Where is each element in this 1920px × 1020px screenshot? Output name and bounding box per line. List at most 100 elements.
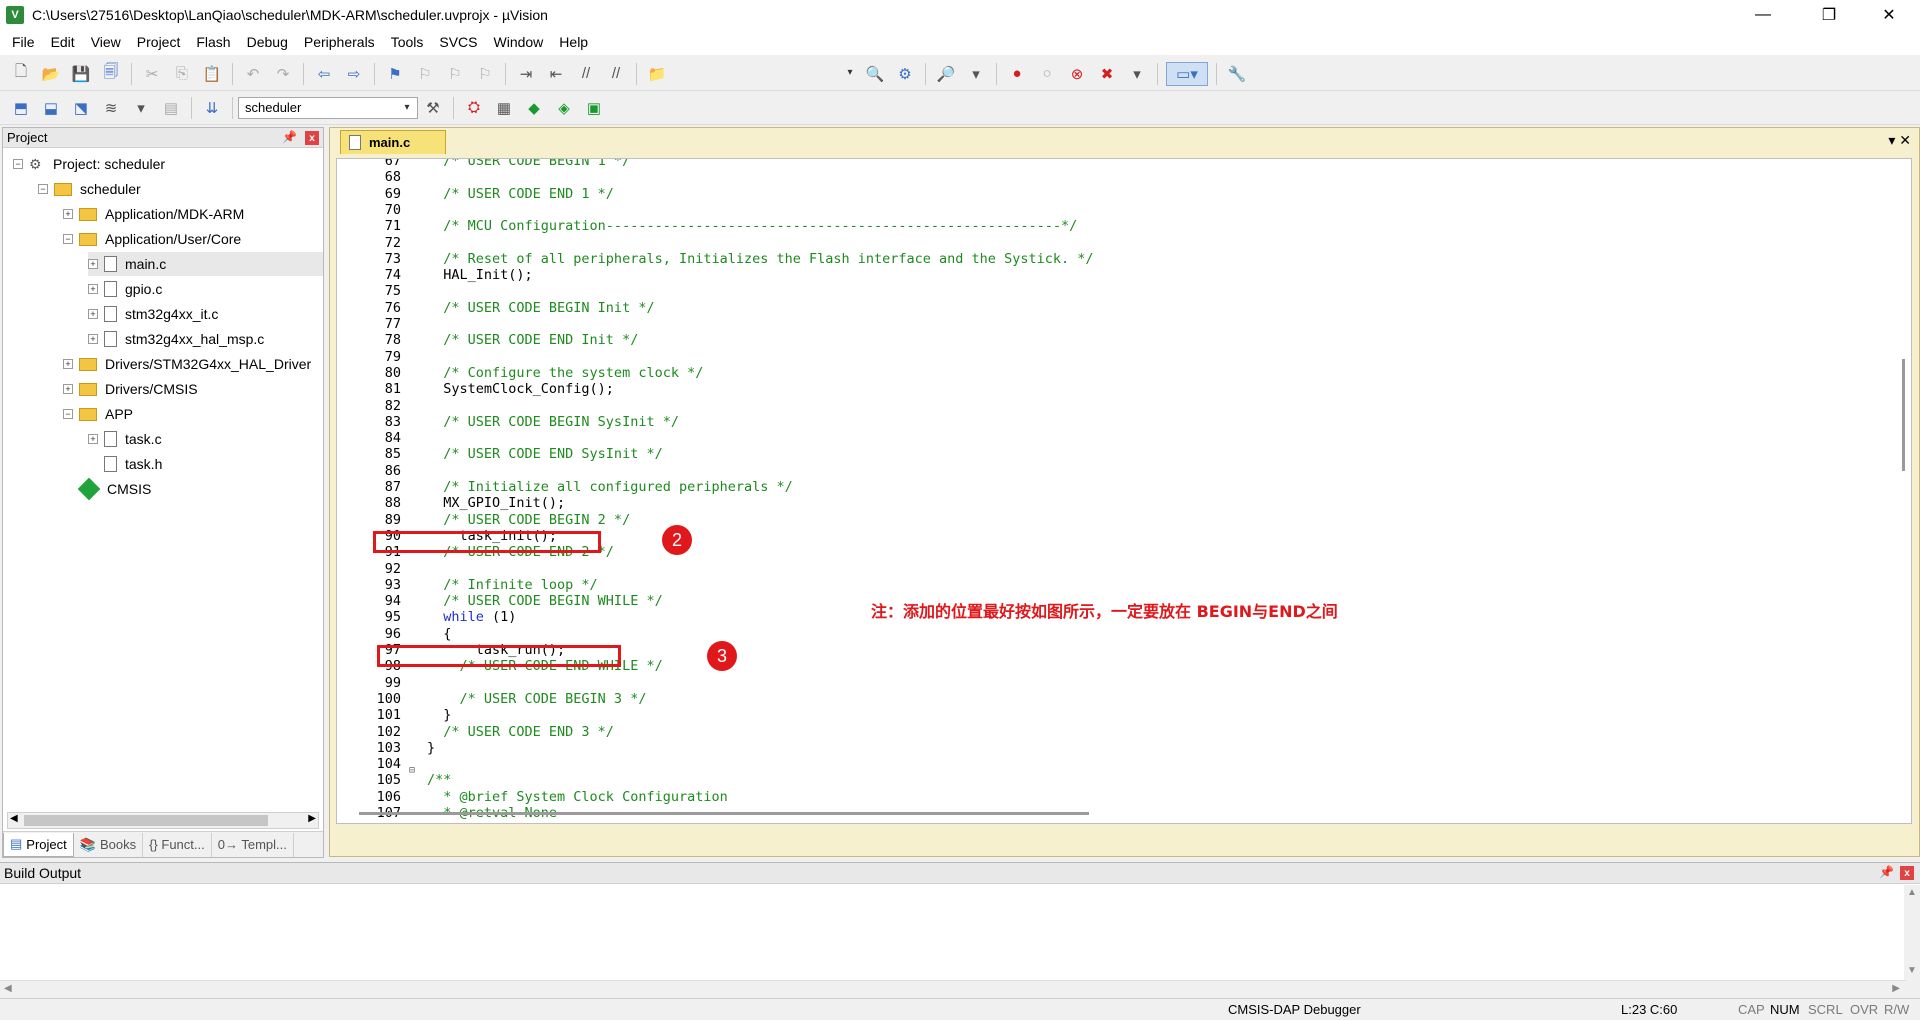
disable-all-breakpoints-icon[interactable]: ⊗ — [1065, 62, 1089, 86]
target-options-icon[interactable]: ⚒ — [421, 96, 445, 120]
batch-build-icon[interactable]: ≋ — [99, 96, 123, 120]
code-editor[interactable]: 67 68 69 70 71 72 73 74 75 76 77 78 79 80 81 82 83 84 85 86… — [336, 158, 1912, 824]
menu-flash[interactable]: Flash — [188, 34, 238, 50]
expand-icon[interactable]: + — [63, 359, 73, 369]
tree-item[interactable]: CMSIS — [63, 477, 323, 501]
tree-item[interactable]: − ⚙ Project: scheduler — [13, 152, 323, 176]
scroll-up-icon[interactable]: ▲ — [1907, 887, 1917, 898]
tree-item[interactable]: + Application/MDK-ARM — [63, 202, 323, 226]
chevron-down-icon[interactable]: ▾ — [1125, 62, 1149, 86]
code-line[interactable]: /* USER CODE BEGIN SysInit */ — [427, 414, 679, 430]
editor-tab-controls[interactable]: ▾ ✕ — [1888, 132, 1911, 149]
debug-session-icon[interactable]: 🔎 — [934, 62, 958, 86]
horizontal-scrollbar[interactable]: ◀ ▶ — [7, 812, 319, 829]
find-icon[interactable]: 🔍 — [863, 62, 887, 86]
save-all-icon[interactable]: 🗐 — [99, 62, 123, 86]
rebuild-icon[interactable]: ⬔ — [69, 96, 93, 120]
window-layout-icon[interactable]: ▭▾ — [1166, 61, 1208, 86]
code-line[interactable]: /* Initialize all configured peripherals… — [427, 479, 793, 495]
pack-installer-icon[interactable]: ◈ — [552, 96, 576, 120]
next-bookmark-icon[interactable]: ⚐ — [443, 62, 467, 86]
expand-icon[interactable]: + — [63, 209, 73, 219]
tree-item[interactable]: task.h — [88, 452, 323, 476]
find-combo[interactable]: ▾ — [840, 63, 860, 85]
code-line[interactable]: * @brief System Clock Configuration — [427, 789, 727, 805]
nav-forward-icon[interactable]: ⇨ — [342, 62, 366, 86]
chevron-down-icon[interactable]: ▾ — [964, 62, 988, 86]
file-extensions-icon[interactable]: ▦ — [492, 96, 516, 120]
horizontal-scroll-thumb[interactable] — [359, 812, 1089, 815]
code-line[interactable]: while (1) — [427, 609, 516, 625]
scroll-left-icon[interactable]: ◀ — [4, 983, 12, 994]
maximize-button[interactable]: ❐ — [1806, 0, 1852, 29]
code-line[interactable]: /* USER CODE END Init */ — [427, 332, 638, 348]
menu-tools[interactable]: Tools — [383, 34, 432, 50]
code-line[interactable]: MX_GPIO_Init(); — [427, 495, 565, 511]
scroll-left-icon[interactable]: ◀ — [10, 813, 18, 824]
tree-item[interactable]: + stm32g4xx_hal_msp.c — [88, 327, 323, 351]
paste-icon[interactable]: 📋 — [200, 62, 224, 86]
tree-item[interactable]: + gpio.c — [88, 277, 323, 301]
build-vertical-scrollbar[interactable]: ▲ ▼ — [1904, 885, 1920, 998]
close-icon[interactable]: x — [305, 131, 319, 145]
expand-icon[interactable]: + — [88, 334, 98, 344]
menu-debug[interactable]: Debug — [239, 34, 296, 50]
code-line[interactable]: } — [427, 707, 451, 723]
fold-marker-icon[interactable]: ⊟ — [409, 765, 415, 776]
clear-bookmarks-icon[interactable]: ⚐ — [473, 62, 497, 86]
tab-books[interactable]: 📚 Books — [74, 832, 144, 857]
expand-icon[interactable]: + — [88, 259, 98, 269]
build-horizontal-scrollbar[interactable]: ◀ ▶ — [0, 980, 1906, 998]
scrollbar-thumb[interactable] — [1902, 359, 1905, 471]
cut-icon[interactable]: ✂ — [140, 62, 164, 86]
code-line[interactable]: /* USER CODE END 1 */ — [427, 186, 614, 202]
comment-icon[interactable]: // — [574, 62, 598, 86]
minimize-button[interactable]: — — [1740, 0, 1786, 29]
code-line[interactable]: /* Configure the system clock */ — [427, 365, 703, 381]
menu-window[interactable]: Window — [486, 34, 552, 50]
collapse-icon[interactable]: − — [63, 234, 73, 244]
collapse-icon[interactable]: − — [13, 159, 23, 169]
code-line[interactable]: /* Infinite loop */ — [427, 577, 597, 593]
menu-view[interactable]: View — [83, 34, 129, 50]
new-file-icon[interactable]: 🗋 — [9, 62, 33, 86]
menu-project[interactable]: Project — [129, 34, 189, 50]
expand-icon[interactable]: + — [88, 284, 98, 294]
indent-icon[interactable]: ⇥ — [514, 62, 538, 86]
redo-icon[interactable]: ↷ — [271, 62, 295, 86]
breakpoint-icon[interactable]: ● — [1005, 62, 1029, 86]
tab-functions[interactable]: {} Funct... — [143, 832, 212, 857]
configure-icon[interactable]: 🔧 — [1225, 62, 1249, 86]
code-line[interactable]: } — [427, 740, 435, 756]
scroll-right-icon[interactable]: ▶ — [1892, 983, 1900, 994]
pin-icon[interactable]: 📌 — [282, 130, 297, 144]
tree-item[interactable]: + task.c — [88, 427, 323, 451]
code-line[interactable]: /* USER CODE BEGIN WHILE */ — [427, 593, 662, 609]
code-line[interactable]: HAL_Init(); — [427, 267, 532, 283]
select-software-packs-icon[interactable]: ▣ — [582, 96, 606, 120]
scrollbar-thumb[interactable] — [24, 815, 268, 826]
menu-edit[interactable]: Edit — [43, 34, 83, 50]
vertical-scrollbar[interactable] — [1897, 159, 1911, 823]
collapse-icon[interactable]: − — [38, 184, 48, 194]
tab-project[interactable]: ▤ Project — [3, 832, 74, 857]
tree-item[interactable]: − scheduler — [38, 177, 323, 201]
disable-breakpoint-icon[interactable]: ○ — [1035, 62, 1059, 86]
close-window-button[interactable]: ✕ — [1866, 0, 1912, 29]
code-line[interactable]: /* MCU Configuration--------------------… — [427, 218, 1077, 234]
kill-breakpoints-icon[interactable]: ✖ — [1095, 62, 1119, 86]
copy-icon[interactable]: ⎘ — [170, 62, 194, 86]
tree-item[interactable]: + main.c — [88, 252, 323, 276]
menu-svcs[interactable]: SVCS — [431, 34, 485, 50]
code-line[interactable]: SystemClock_Config(); — [427, 381, 614, 397]
run-time-env-icon[interactable]: ◆ — [522, 96, 546, 120]
code-line[interactable]: /** — [427, 772, 451, 788]
expand-icon[interactable]: + — [88, 309, 98, 319]
collapse-icon[interactable]: − — [63, 409, 73, 419]
code-line[interactable]: /* USER CODE BEGIN 2 */ — [427, 512, 630, 528]
bookmark-icon[interactable]: ⚑ — [383, 62, 407, 86]
chevron-down-icon[interactable]: ▾ — [129, 96, 153, 120]
tree-item[interactable]: − Application/User/Core — [63, 227, 323, 251]
code-line[interactable]: /* USER CODE END SysInit */ — [427, 446, 662, 462]
code-line[interactable]: /* USER CODE END 3 */ — [427, 724, 614, 740]
